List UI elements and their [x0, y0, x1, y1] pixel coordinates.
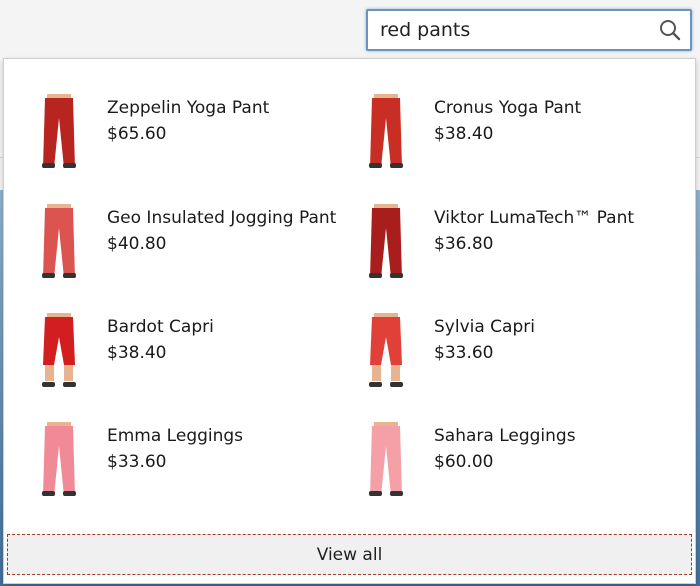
result-list: Zeppelin Yoga Pant $65.60 Cronus Yoga Pan…	[4, 59, 695, 529]
view-all-button[interactable]: View all	[7, 534, 692, 575]
product-thumbnail	[364, 204, 408, 280]
product-price: $65.60	[107, 124, 167, 144]
product-price: $60.00	[434, 452, 494, 472]
search-result-item[interactable]: Zeppelin Yoga Pant $65.60	[37, 94, 367, 194]
search-result-item[interactable]: Emma Leggings $33.60	[37, 422, 367, 522]
product-thumbnail	[364, 94, 408, 170]
product-price: $38.40	[107, 343, 167, 363]
search-result-item[interactable]: Viktor LumaTech™ Pant $36.80	[364, 204, 694, 304]
product-name: Sahara Leggings	[434, 426, 576, 446]
search-result-item[interactable]: Geo Insulated Jogging Pant $40.80	[37, 204, 367, 304]
product-thumbnail	[37, 94, 81, 170]
product-name: Viktor LumaTech™ Pant	[434, 208, 635, 228]
product-thumbnail	[37, 313, 81, 389]
product-thumbnail	[364, 422, 408, 498]
search-input[interactable]	[380, 11, 650, 49]
search-button[interactable]	[658, 18, 682, 42]
product-name: Cronus Yoga Pant	[434, 98, 582, 118]
search-result-item[interactable]: Bardot Capri $38.40	[37, 313, 367, 413]
product-price: $40.80	[107, 234, 167, 254]
product-price: $33.60	[107, 452, 167, 472]
product-name: Emma Leggings	[107, 426, 244, 446]
search-autocomplete-dropdown: Zeppelin Yoga Pant $65.60 Cronus Yoga Pan…	[3, 58, 696, 584]
product-price: $33.60	[434, 343, 494, 363]
product-name: Sylvia Capri	[434, 317, 535, 337]
product-name: Bardot Capri	[107, 317, 214, 337]
search-result-item[interactable]: Cronus Yoga Pant $38.40	[364, 94, 694, 194]
product-name: Zeppelin Yoga Pant	[107, 98, 270, 118]
search-icon	[660, 20, 681, 41]
search-result-item[interactable]: Sahara Leggings $60.00	[364, 422, 694, 522]
product-thumbnail	[364, 313, 408, 389]
search-result-item[interactable]: Sylvia Capri $33.60	[364, 313, 694, 413]
product-thumbnail	[37, 204, 81, 280]
product-thumbnail	[37, 422, 81, 498]
product-price: $38.40	[434, 124, 494, 144]
search-field[interactable]	[366, 9, 692, 51]
product-name: Geo Insulated Jogging Pant	[107, 208, 337, 228]
product-price: $36.80	[434, 234, 494, 254]
